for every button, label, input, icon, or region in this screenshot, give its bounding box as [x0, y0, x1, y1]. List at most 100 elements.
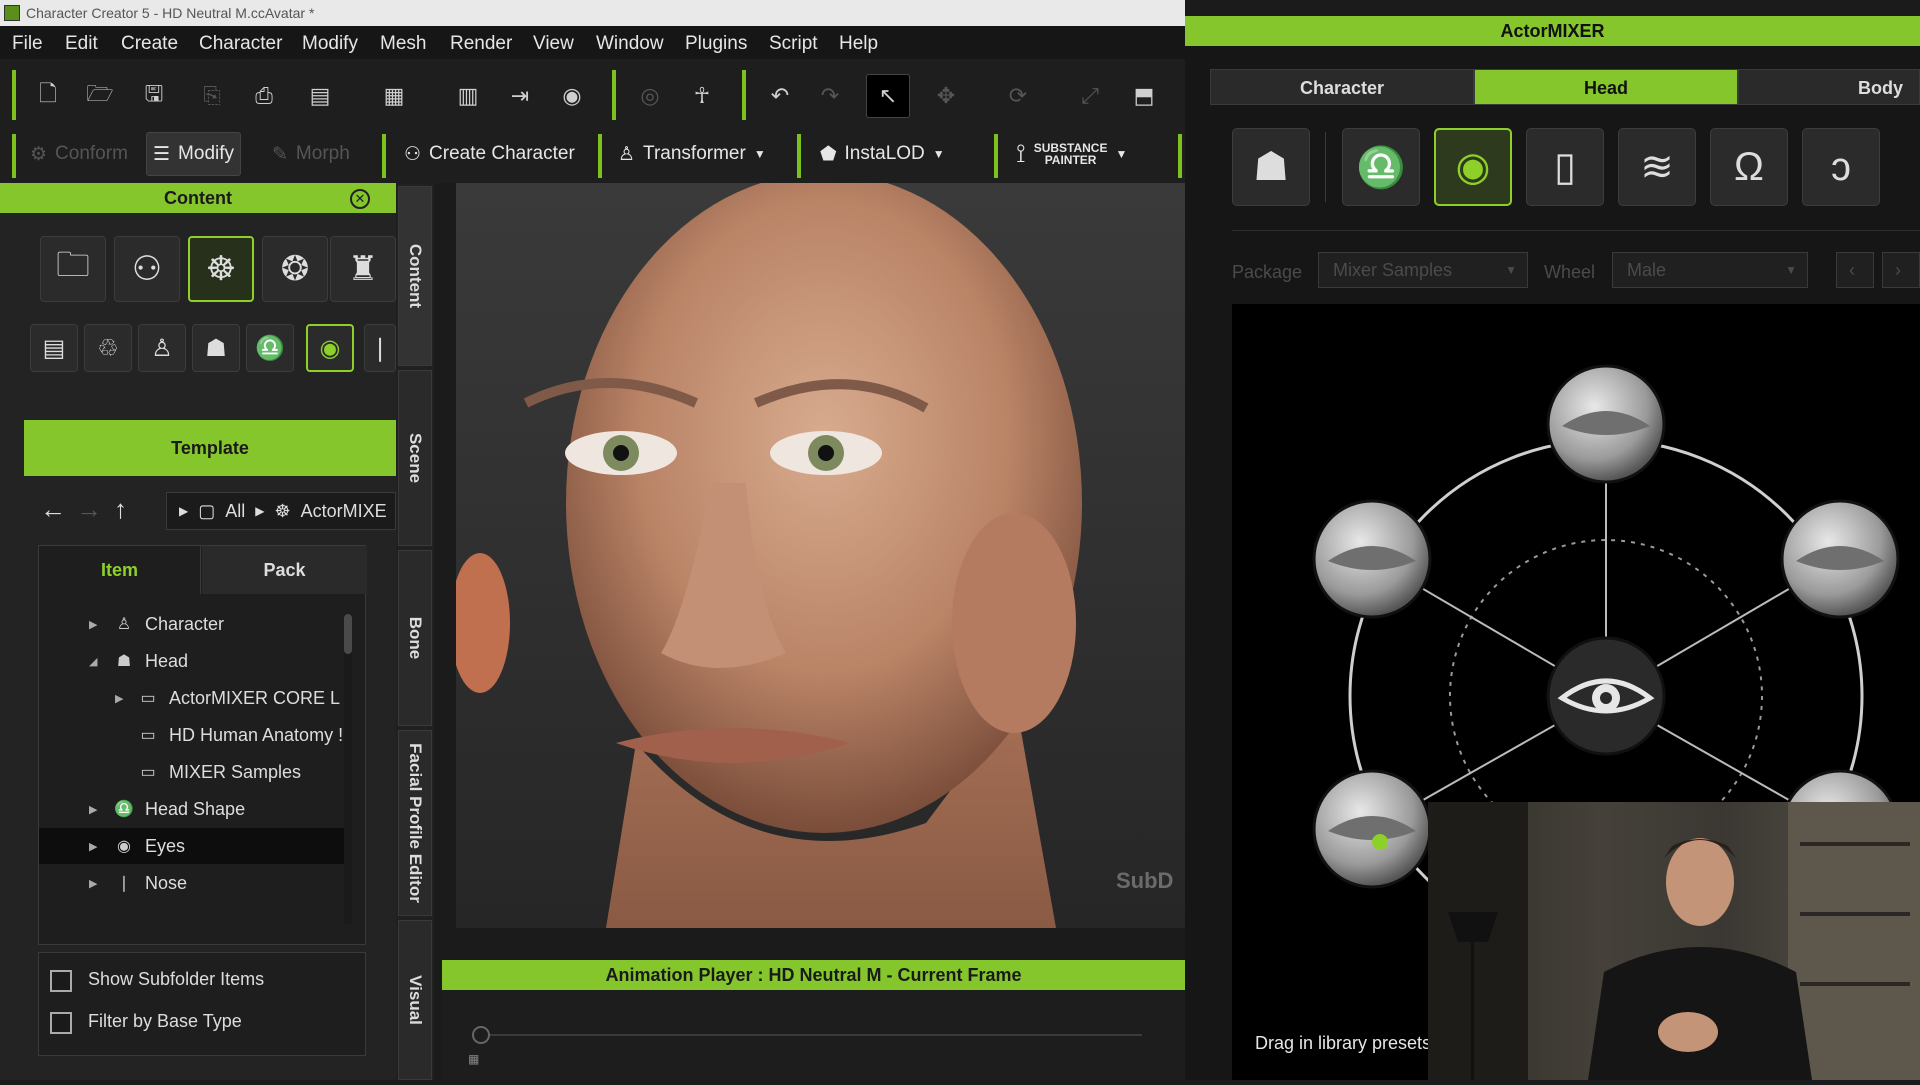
conform-button[interactable]: ⚙ Conform: [24, 132, 134, 176]
align-icon[interactable]: ⬒: [1126, 78, 1162, 114]
head-shape-icon[interactable]: ♎: [246, 324, 294, 372]
substance-painter-button[interactable]: ⟟ SUBSTANCE PAINTER ▼: [1010, 132, 1133, 176]
wheel-center-eye-icon[interactable]: [1546, 636, 1666, 756]
menu-character[interactable]: Character: [199, 33, 282, 55]
tab-head[interactable]: Head: [1474, 69, 1738, 105]
package-select[interactable]: Mixer Samples ▼: [1318, 252, 1528, 288]
morph-button[interactable]: ✎ Morph: [266, 132, 356, 176]
select-tool-icon[interactable]: ↖: [866, 74, 910, 118]
close-icon[interactable]: ✕: [350, 189, 370, 209]
send-icon[interactable]: ⇥: [502, 78, 538, 114]
obj-export-icon[interactable]: ▤: [302, 78, 338, 114]
menu-help[interactable]: Help: [839, 33, 878, 55]
menu-edit[interactable]: Edit: [65, 33, 98, 55]
tab-body[interactable]: Body: [1738, 69, 1920, 105]
material-icon[interactable]: ❂: [262, 236, 328, 302]
preset-left-upper[interactable]: [1312, 499, 1432, 619]
side-tab-content[interactable]: Content: [398, 186, 432, 366]
export-icon[interactable]: ⎙: [246, 78, 282, 114]
transformer-button[interactable]: ♙ Transformer ▼: [612, 132, 772, 176]
expand-arrow-icon[interactable]: ▶: [89, 618, 103, 631]
library-icon[interactable]: ▤: [30, 324, 78, 372]
side-tab-visual[interactable]: Visual: [398, 920, 432, 1080]
menu-render[interactable]: Render: [450, 33, 512, 55]
tree-item[interactable]: ▶ ♎ Head Shape: [39, 791, 344, 827]
menu-mesh[interactable]: Mesh: [380, 33, 426, 55]
up-arrow-icon[interactable]: ↑: [114, 494, 127, 525]
create-character-button[interactable]: ⚇ Create Character: [398, 132, 581, 176]
collapse-arrow-icon[interactable]: ◢: [89, 655, 103, 668]
pose-icon[interactable]: ☥: [684, 78, 720, 114]
breadcrumb[interactable]: ▶ ▢ All ▶ ☸ ActorMIXE: [166, 492, 396, 530]
import-icon[interactable]: ⎘: [194, 78, 230, 114]
breadcrumb-current[interactable]: ActorMIXE: [301, 501, 387, 522]
side-tab-bone[interactable]: Bone: [398, 550, 432, 726]
filter-base-checkbox[interactable]: [50, 1012, 72, 1034]
side-tab-scene[interactable]: Scene: [398, 370, 432, 546]
3d-viewport[interactable]: [456, 183, 1185, 928]
tree-item[interactable]: ▭ HD Human Anatomy !: [39, 717, 344, 753]
expand-arrow-icon[interactable]: ▶: [89, 803, 103, 816]
lips-icon[interactable]: ≋: [1618, 128, 1696, 206]
eye-icon[interactable]: ◉: [306, 324, 354, 372]
accessory-icon[interactable]: ♜: [330, 236, 396, 302]
target-icon[interactable]: ◎: [632, 78, 668, 114]
tree-item[interactable]: ◢ ☗ Head: [39, 643, 344, 679]
menu-window[interactable]: Window: [596, 33, 664, 55]
forward-arrow-icon[interactable]: →: [76, 494, 102, 525]
prev-wheel-button[interactable]: ‹: [1836, 252, 1874, 288]
body-morph-icon[interactable]: ♲: [84, 324, 132, 372]
expand-arrow-icon[interactable]: ▶: [89, 877, 103, 890]
breadcrumb-all[interactable]: All: [225, 501, 245, 522]
actormixer-icon[interactable]: ☸: [188, 236, 254, 302]
show-subfolder-checkbox[interactable]: [50, 970, 72, 992]
menu-script[interactable]: Script: [769, 33, 818, 55]
head-icon[interactable]: ☗: [192, 324, 240, 372]
tree-item[interactable]: ▶ ❘ Nose: [39, 865, 344, 901]
undo-icon[interactable]: ↶: [762, 78, 798, 114]
side-tab-facial-profile-editor[interactable]: Facial Profile Editor: [398, 730, 432, 916]
menu-file[interactable]: File: [12, 33, 43, 55]
face-outline-icon[interactable]: ♎: [1342, 128, 1420, 206]
preset-top[interactable]: [1546, 364, 1666, 484]
redo-icon[interactable]: ↷: [812, 78, 848, 114]
scale-tool-icon[interactable]: ⤢: [1072, 78, 1108, 114]
jaw-icon[interactable]: Ω: [1710, 128, 1788, 206]
preset-right-upper[interactable]: [1780, 499, 1900, 619]
tree-item[interactable]: ▶ ♙ Character: [39, 606, 344, 642]
timeline-track[interactable]: [482, 1034, 1142, 1036]
render-preview-icon[interactable]: ◉: [554, 78, 590, 114]
menu-modify[interactable]: Modify: [302, 33, 358, 55]
rotate-tool-icon[interactable]: ⟳: [1000, 78, 1036, 114]
eye-icon[interactable]: ◉: [1434, 128, 1512, 206]
menu-view[interactable]: View: [533, 33, 574, 55]
scrollbar-thumb[interactable]: [344, 614, 352, 654]
menu-create[interactable]: Create: [121, 33, 178, 55]
new-file-icon[interactable]: 🗋: [30, 78, 66, 114]
instalod-button[interactable]: ⬟ InstaLOD ▼: [814, 132, 951, 176]
back-arrow-icon[interactable]: ←: [40, 494, 66, 525]
ear-icon[interactable]: ↄ: [1802, 128, 1880, 206]
move-tool-icon[interactable]: ✥: [928, 78, 964, 114]
tree-item-selected[interactable]: ▶ ◉ Eyes: [39, 828, 344, 864]
nose-icon[interactable]: ❘: [364, 324, 396, 372]
body-icon[interactable]: ♙: [138, 324, 186, 372]
next-wheel-button[interactable]: ›: [1882, 252, 1920, 288]
tree-item[interactable]: ▶ ▭ ActorMIXER CORE L: [39, 680, 344, 716]
tree-item[interactable]: ▭ MIXER Samples: [39, 754, 344, 790]
frame-grid-icon[interactable]: ▦: [468, 1052, 479, 1066]
tab-character[interactable]: Character: [1210, 69, 1474, 105]
wheel-select[interactable]: Male ▼: [1612, 252, 1808, 288]
save-icon[interactable]: 🖫: [136, 78, 172, 114]
menu-plugins[interactable]: Plugins: [685, 33, 747, 55]
folder-icon[interactable]: 🗀: [40, 236, 106, 302]
actor-icon[interactable]: ⚇: [114, 236, 180, 302]
expand-arrow-icon[interactable]: ▶: [115, 692, 129, 705]
tree-scrollbar[interactable]: [344, 614, 352, 924]
fbx-export-icon[interactable]: ▦: [376, 78, 412, 114]
modify-button[interactable]: ☰ Modify: [146, 132, 242, 176]
head-icon[interactable]: ☗: [1232, 128, 1310, 206]
timeline-handle[interactable]: [472, 1026, 490, 1044]
preset-left-lower[interactable]: [1312, 769, 1432, 889]
expand-arrow-icon[interactable]: ▶: [89, 840, 103, 853]
